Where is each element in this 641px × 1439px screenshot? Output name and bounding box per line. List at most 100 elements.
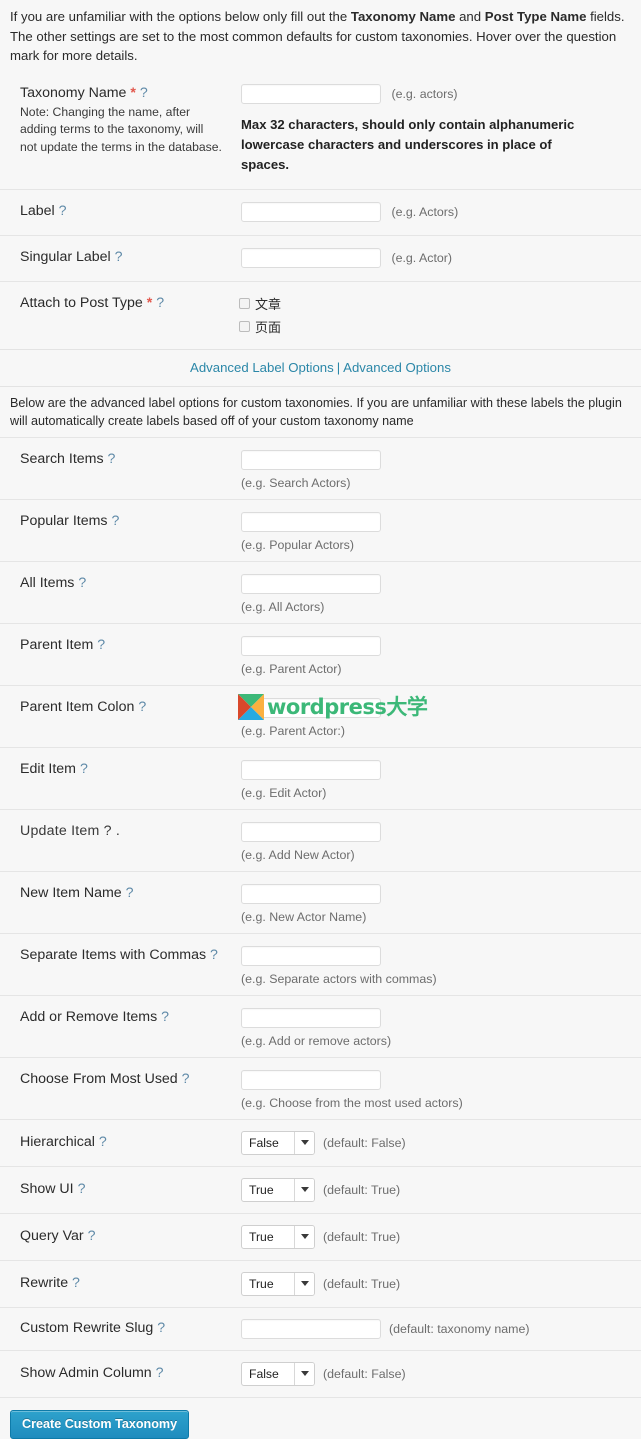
advanced-field-input[interactable] [241, 697, 381, 718]
advanced-field-label-text: Choose From Most Used [20, 1070, 178, 1087]
create-custom-taxonomy-button[interactable]: Create Custom Taxonomy [10, 1409, 190, 1439]
advanced-field-input[interactable] [241, 1007, 381, 1028]
advanced-field-input[interactable] [241, 449, 381, 470]
chevron-down-icon[interactable] [294, 1272, 314, 1295]
option-label-cell: Rewrite ? [0, 1274, 222, 1293]
help-question-icon[interactable]: ? [97, 637, 105, 653]
advanced-field-input[interactable] [241, 945, 381, 966]
option-default-text: (default: False) [323, 1366, 406, 1381]
advanced-field-label: Search Items ? [20, 450, 222, 469]
advanced-field-label: All Items ? [20, 574, 222, 593]
option-fields-group: Hierarchical ? False (default: False) Show … [0, 1118, 641, 1397]
help-question-icon[interactable]: ? [111, 513, 119, 529]
help-question-icon[interactable]: ? [156, 295, 164, 311]
chevron-down-icon[interactable] [294, 1178, 314, 1201]
help-question-icon[interactable]: ? [126, 885, 134, 901]
label-field-label: Label ? [20, 202, 222, 221]
advanced-label-cell: Separate Items with Commas ? [0, 946, 222, 965]
taxonomy-name-input[interactable] [241, 83, 381, 104]
singular-label-label: Singular Label ? [20, 248, 222, 267]
checkbox-post-icon[interactable] [239, 297, 250, 309]
taxonomy-name-label-cell: Taxonomy Name * ? Note: Changing the nam… [0, 84, 222, 157]
row-option-field: Show Admin Column ? False (default: False) [0, 1349, 641, 1397]
taxonomy-name-note: Note: Changing the name, after adding te… [20, 104, 222, 154]
advanced-field-input[interactable] [241, 1069, 381, 1090]
help-question-icon[interactable]: ? [59, 203, 67, 219]
row-option-field: Show UI ? True (default: True) [0, 1165, 641, 1213]
help-question-icon[interactable]: ? [99, 1134, 107, 1150]
advanced-field-cell: (e.g. Parent Actor) [222, 635, 641, 676]
advanced-field-label: Edit Item ? [20, 760, 222, 779]
help-question-icon[interactable]: ? [108, 451, 116, 467]
help-question-icon[interactable]: ? [182, 1071, 190, 1087]
help-question-icon[interactable]: ? [138, 699, 146, 715]
option-select-value: False [249, 1135, 279, 1150]
option-select[interactable]: True [241, 1177, 315, 1202]
help-question-icon[interactable]: ? [78, 1181, 86, 1197]
advanced-field-label: Update Item ? . [20, 822, 222, 841]
help-question-icon[interactable]: ? [72, 1275, 80, 1291]
help-question-icon[interactable]: ? [78, 575, 86, 591]
option-select[interactable]: True [241, 1224, 315, 1249]
chevron-down-icon[interactable] [294, 1131, 314, 1154]
advanced-field-input[interactable] [241, 511, 381, 532]
help-question-icon[interactable]: ? [210, 947, 218, 963]
help-question-icon[interactable]: ? [80, 761, 88, 777]
advanced-field-input[interactable] [241, 635, 381, 656]
checkbox-page-icon[interactable] [239, 320, 250, 332]
advanced-field-input[interactable] [241, 821, 381, 842]
option-select-value: False [249, 1366, 279, 1381]
option-field-cell: True (default: True) [222, 1177, 641, 1202]
taxonomy-name-label: Taxonomy Name * ? [20, 84, 222, 103]
advanced-field-input[interactable] [241, 883, 381, 904]
advanced-label-cell: All Items ? [0, 574, 222, 593]
required-asterisk-icon: * [146, 294, 153, 311]
help-question-icon[interactable]: ? [157, 1320, 165, 1336]
intro-bold-taxonomy-name: Taxonomy Name [350, 9, 456, 24]
help-question-icon[interactable]: ? [115, 249, 123, 265]
attach-post-type-label: Attach to Post Type * ? [20, 294, 222, 313]
label-input[interactable] [241, 201, 381, 222]
advanced-field-cell: (e.g. Search Actors) [222, 449, 641, 490]
advanced-label-cell: Parent Item Colon ? [0, 698, 222, 717]
help-question-icon[interactable]: ? [161, 1009, 169, 1025]
advanced-field-cell: (e.g. Choose from the most used actors) [222, 1069, 641, 1110]
option-select[interactable]: False [241, 1361, 315, 1386]
option-field-label: Show UI ? [20, 1180, 222, 1199]
checkbox-row-page[interactable]: 页面 [239, 317, 641, 336]
chevron-down-icon[interactable] [294, 1225, 314, 1248]
option-select[interactable]: True [241, 1271, 315, 1296]
row-advanced-label: Choose From Most Used ? (e.g. Choose from… [0, 1056, 641, 1119]
option-field-label: Rewrite ? [20, 1274, 222, 1293]
advanced-field-label-text: Popular Items [20, 512, 108, 529]
help-question-icon[interactable]: ? [88, 1228, 96, 1244]
advanced-field-cell: (e.g. Popular Actors) [222, 511, 641, 552]
taxonomy-name-label-text: Taxonomy Name [20, 84, 127, 101]
option-select[interactable]: False [241, 1130, 315, 1155]
help-question-icon[interactable]: ? [156, 1365, 164, 1381]
row-advanced-label: All Items ? (e.g. All Actors) [0, 560, 641, 623]
advanced-label-cell: Search Items ? [0, 450, 222, 469]
row-option-field: Rewrite ? True (default: True) [0, 1259, 641, 1307]
checkbox-row-post[interactable]: 文章 [239, 294, 641, 313]
option-default-text: (default: False) [323, 1135, 406, 1150]
advanced-field-cell: (e.g. Separate actors with commas) [222, 945, 641, 986]
option-text-input[interactable] [241, 1318, 381, 1339]
option-label-cell: Show UI ? [0, 1180, 222, 1199]
advanced-field-input[interactable] [241, 759, 381, 780]
link-advanced-options[interactable]: Advanced Options [343, 360, 451, 375]
option-select-value: True [249, 1229, 274, 1244]
option-select-value: True [249, 1182, 274, 1197]
advanced-field-label-text: Search Items [20, 450, 104, 467]
row-advanced-label: Edit Item ? (e.g. Edit Actor) [0, 746, 641, 809]
advanced-field-label: Choose From Most Used ? [20, 1070, 222, 1089]
advanced-field-input[interactable] [241, 573, 381, 594]
advanced-field-label: Separate Items with Commas ? [20, 946, 222, 965]
singular-label-input[interactable] [241, 247, 381, 268]
link-advanced-label-options[interactable]: Advanced Label Options [190, 360, 334, 375]
advanced-label-cell: Popular Items ? [0, 512, 222, 531]
chevron-down-icon[interactable] [294, 1362, 314, 1385]
help-question-icon[interactable]: ? [140, 85, 148, 101]
link-separator: | [336, 359, 341, 375]
option-label-cell: Show Admin Column ? [0, 1364, 222, 1383]
